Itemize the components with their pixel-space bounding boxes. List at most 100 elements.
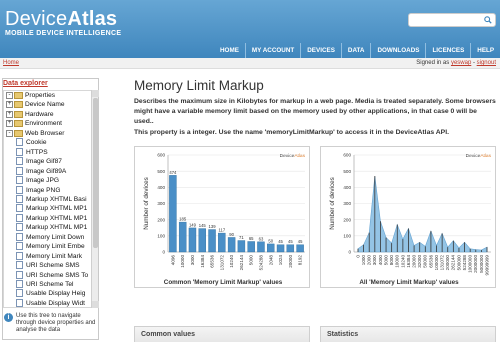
- x-tick-label: 16384: [200, 255, 205, 268]
- tree-scrollbar[interactable]: [91, 90, 99, 308]
- nav-item-home[interactable]: HOME: [214, 43, 245, 58]
- document-icon: [16, 185, 23, 194]
- document-icon: [16, 251, 23, 260]
- tree-item[interactable]: Markup XHTML Basi: [16, 194, 87, 204]
- tree-item-label: Memory Limit Down: [26, 233, 85, 241]
- tree-item-label: HTTPS: [26, 148, 48, 156]
- x-tick-label: 524288: [258, 255, 263, 271]
- tree-item[interactable]: Image PNG: [16, 185, 60, 195]
- x-tick-label: 1024: [278, 255, 283, 266]
- document-icon: [16, 270, 23, 279]
- tree-item-label: URI Scheme Tel: [26, 281, 74, 288]
- tree-item[interactable]: HTTPS: [16, 147, 48, 157]
- x-tick-label: 10000: [395, 255, 400, 268]
- info-icon: i: [4, 313, 13, 322]
- x-tick-label: 524288: [462, 255, 467, 271]
- x-tick-label: 2000: [367, 255, 372, 266]
- signout-link[interactable]: signout: [477, 60, 496, 66]
- y-tick-label: 300: [343, 201, 351, 206]
- logo-light-text: Device: [5, 8, 68, 30]
- folder-icon: [14, 129, 23, 137]
- tree-item-label: Properties: [25, 92, 56, 99]
- bar-value-label: 139: [209, 224, 217, 229]
- tree-item[interactable]: + Device Name: [6, 100, 65, 109]
- tree-item[interactable]: Memory Limit Mark: [16, 251, 83, 261]
- nav-item-devices[interactable]: DEVICES: [300, 43, 341, 58]
- document-icon: [16, 223, 23, 232]
- username-link[interactable]: yeswap: [451, 60, 471, 66]
- tree-item[interactable]: URI Scheme Tel: [16, 280, 74, 289]
- tree-item-label: URI Scheme SMS To: [26, 271, 89, 279]
- expand-icon[interactable]: +: [6, 120, 13, 128]
- y-axis-label: Number of devices: [329, 177, 336, 230]
- tree-item[interactable]: Markup XHTML MP1: [16, 223, 87, 232]
- bar-value-label: 65: [249, 236, 254, 241]
- x-tick-label: 16384: [406, 255, 411, 268]
- bar: [208, 229, 216, 253]
- tree-item-label: Memory Limit Mark: [26, 252, 83, 260]
- tree-item[interactable]: Image JPG: [16, 176, 59, 185]
- tree-item[interactable]: Image Gif87: [16, 157, 62, 166]
- signed-in-status: Signed in as yeswap - signout: [416, 60, 496, 66]
- tree-item[interactable]: URI Scheme SMS To: [16, 270, 89, 280]
- property-description: Describes the maximum size in Kilobytes …: [134, 98, 496, 125]
- nav-item-downloads[interactable]: DOWNLOADS: [370, 43, 425, 58]
- chart-brand-light: Device: [280, 153, 295, 159]
- scroll-down-button[interactable]: [92, 301, 99, 308]
- tree-item[interactable]: Markup XHTML MP1: [16, 204, 87, 213]
- expand-icon[interactable]: +: [6, 110, 13, 118]
- collapse-icon[interactable]: -: [6, 92, 13, 99]
- x-tick-label: 99999999: [484, 255, 489, 276]
- bar: [227, 237, 236, 253]
- tree-item[interactable]: Memory Limit Down: [16, 232, 85, 242]
- tree-item[interactable]: Image Gif89A: [16, 166, 66, 176]
- nav-item-help[interactable]: HELP: [470, 43, 500, 58]
- tree-item-label: Memory Limit Embe: [26, 243, 85, 251]
- nav-item-my-account[interactable]: MY ACCOUNT: [244, 43, 300, 58]
- tree-item-label: Markup XHTML MP1: [26, 224, 88, 232]
- bar-value-label: 45: [288, 239, 293, 244]
- x-tick-label: 2000000: [473, 255, 478, 273]
- tree-item[interactable]: Markup XHTML MP1: [16, 213, 88, 223]
- scroll-thumb[interactable]: [93, 98, 98, 248]
- tree-item[interactable]: URI Scheme SMS: [16, 261, 80, 270]
- search-input[interactable]: [408, 13, 496, 27]
- common-values-chart: DeviceAtlas 0 100 200 300 400 500 600 Number of …: [134, 146, 310, 288]
- x-tick-label: 5000000: [479, 255, 484, 273]
- breadcrumb-home-link[interactable]: Home: [3, 60, 19, 66]
- document-icon: [16, 194, 23, 203]
- search-icon[interactable]: [484, 16, 492, 24]
- explorer-tree[interactable]: - Properties + Device Name + Hardware + Environ…: [3, 90, 98, 308]
- tree-item[interactable]: + Environment: [6, 119, 62, 128]
- explorer-title[interactable]: Data explorer: [3, 80, 48, 87]
- document-icon: [16, 138, 23, 147]
- tree-item[interactable]: - Web Browser: [6, 129, 64, 138]
- tree-item[interactable]: Cookie: [16, 138, 47, 147]
- x-tick-label: 10000: [180, 255, 185, 268]
- tree-item[interactable]: Memory Limit Embe: [16, 242, 85, 251]
- y-tick-label: 500: [343, 169, 351, 174]
- nav-item-licences[interactable]: LICENCES: [425, 43, 470, 58]
- logo[interactable]: DeviceAtlas: [5, 8, 117, 31]
- document-icon: [16, 147, 23, 156]
- scroll-up-button[interactable]: [92, 90, 99, 97]
- y-tick-label: 300: [157, 201, 165, 206]
- tree-item[interactable]: - Properties: [6, 91, 55, 100]
- tree-item[interactable]: + Hardware: [6, 110, 54, 119]
- x-tick-label: 1000000: [468, 255, 473, 273]
- page-title: Memory Limit Markup: [134, 78, 264, 93]
- tree-item[interactable]: Usable Display Widt: [16, 298, 85, 307]
- common-values-section[interactable]: Common values: [134, 326, 310, 342]
- collapse-icon[interactable]: -: [6, 129, 13, 137]
- document-icon: [16, 298, 23, 307]
- nav-item-data[interactable]: DATA: [340, 43, 371, 58]
- bar-chart-svg: DeviceAtlas 0 100 200 300 400 500 600 Number of …: [143, 153, 306, 286]
- tree-item-label: Environment: [25, 120, 63, 128]
- tree-item-label: Markup XHTML MP1: [26, 214, 88, 222]
- x-tick-label: 10240: [400, 255, 405, 268]
- tree-item[interactable]: Usable Display Heig: [16, 289, 85, 298]
- x-tick-label: 65536: [210, 255, 215, 268]
- bar-value-label: 71: [239, 235, 244, 240]
- expand-icon[interactable]: +: [6, 101, 13, 109]
- statistics-section[interactable]: Statistics: [320, 326, 496, 342]
